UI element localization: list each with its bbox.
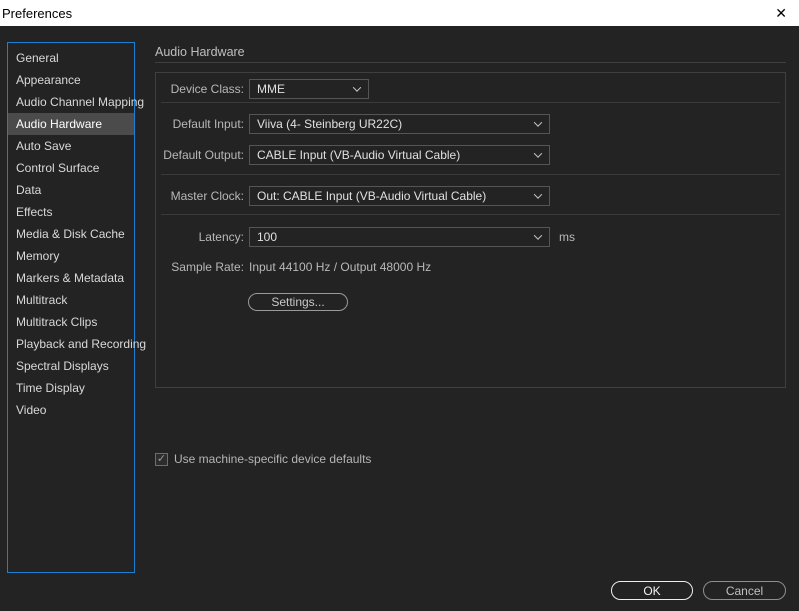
sidebar-item-audio-channel-mapping[interactable]: Audio Channel Mapping <box>8 91 144 113</box>
default-input-dropdown[interactable]: Viiva (4- Steinberg UR22C) <box>249 114 550 134</box>
default-input-label: Default Input: <box>172 117 244 131</box>
device-class-label: Device Class: <box>170 82 244 96</box>
divider <box>161 174 780 175</box>
sidebar-item-control-surface[interactable]: Control Surface <box>8 157 134 179</box>
settings-button[interactable]: Settings... <box>248 293 348 311</box>
sidebar-item-markers-metadata[interactable]: Markers & Metadata <box>8 267 134 289</box>
master-clock-label: Master Clock: <box>170 189 244 203</box>
default-output-value: CABLE Input (VB-Audio Virtual Cable) <box>257 148 461 162</box>
sidebar-item-audio-hardware[interactable]: Audio Hardware <box>8 113 134 135</box>
sample-rate-value: Input 44100 Hz / Output 48000 Hz <box>249 260 432 274</box>
latency-dropdown[interactable]: 100 <box>249 227 550 247</box>
default-output-dropdown[interactable]: CABLE Input (VB-Audio Virtual Cable) <box>249 145 550 165</box>
default-output-label: Default Output: <box>163 148 244 162</box>
sidebar-item-effects[interactable]: Effects <box>8 201 134 223</box>
default-output-row: Default Output: CABLE Input (VB-Audio Vi… <box>156 145 785 165</box>
latency-label: Latency: <box>198 230 244 244</box>
audio-hardware-group: Device Class: MME Default Input: Viiva (… <box>155 72 786 388</box>
master-clock-dropdown[interactable]: Out: CABLE Input (VB-Audio Virtual Cable… <box>249 186 550 206</box>
ok-button[interactable]: OK <box>611 581 693 600</box>
sidebar-item-spectral-displays[interactable]: Spectral Displays <box>8 355 134 377</box>
sidebar-item-appearance[interactable]: Appearance <box>8 69 134 91</box>
titlebar: Preferences ✕ <box>0 0 799 26</box>
page-title: Audio Hardware <box>155 45 245 59</box>
cancel-button[interactable]: Cancel <box>703 581 786 600</box>
sidebar-item-media-disk-cache[interactable]: Media & Disk Cache <box>8 223 134 245</box>
master-clock-value: Out: CABLE Input (VB-Audio Virtual Cable… <box>257 189 487 203</box>
sample-rate-label: Sample Rate: <box>171 260 244 274</box>
default-input-value: Viiva (4- Steinberg UR22C) <box>257 117 403 131</box>
master-clock-row: Master Clock: Out: CABLE Input (VB-Audio… <box>156 186 785 206</box>
default-input-row: Default Input: Viiva (4- Steinberg UR22C… <box>156 114 785 134</box>
divider <box>161 102 780 103</box>
device-class-value: MME <box>257 82 285 96</box>
latency-unit: ms <box>559 230 575 244</box>
device-defaults-checkbox-label: Use machine-specific device defaults <box>174 452 372 466</box>
device-defaults-checkbox-row: ✓ Use machine-specific device defaults <box>155 452 371 466</box>
sidebar-item-multitrack-clips[interactable]: Multitrack Clips <box>8 311 134 333</box>
chevron-down-icon <box>533 118 543 127</box>
device-class-dropdown[interactable]: MME <box>249 79 369 99</box>
chevron-down-icon <box>352 83 362 92</box>
chevron-down-icon <box>533 231 543 240</box>
window-title: Preferences <box>2 5 73 21</box>
sidebar-item-video[interactable]: Video <box>8 399 134 421</box>
latency-row: Latency: 100 ms <box>156 227 785 247</box>
sidebar-item-general[interactable]: General <box>8 47 134 69</box>
sidebar-item-memory[interactable]: Memory <box>8 245 134 267</box>
chevron-down-icon <box>533 149 543 158</box>
panel-title-divider <box>155 62 786 63</box>
sidebar: General Appearance Audio Channel Mapping… <box>7 42 146 573</box>
close-icon[interactable]: ✕ <box>763 0 799 26</box>
device-defaults-checkbox[interactable]: ✓ <box>155 452 168 466</box>
device-class-row: Device Class: MME <box>156 79 785 99</box>
sidebar-item-time-display[interactable]: Time Display <box>8 377 134 399</box>
latency-value: 100 <box>257 230 278 244</box>
sample-rate-row: Sample Rate: Input 44100 Hz / Output 480… <box>156 257 785 277</box>
sidebar-item-data[interactable]: Data <box>8 179 134 201</box>
sidebar-item-multitrack[interactable]: Multitrack <box>8 289 134 311</box>
sidebar-item-playback-and-recording[interactable]: Playback and Recording <box>8 333 146 355</box>
chevron-down-icon <box>533 190 543 199</box>
sidebar-item-auto-save[interactable]: Auto Save <box>8 135 134 157</box>
divider <box>161 214 780 215</box>
